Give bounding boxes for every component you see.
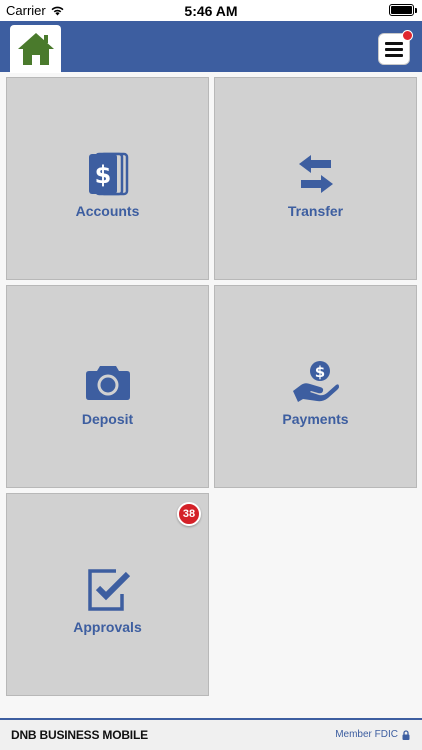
- svg-text:$: $: [94, 161, 111, 189]
- tile-payments-label: Payments: [282, 410, 349, 427]
- svg-text:$: $: [314, 363, 324, 381]
- status-bar: Carrier 5:46 AM: [0, 0, 422, 21]
- tile-approvals-label: Approvals: [73, 618, 142, 635]
- tile-deposit-label: Deposit: [81, 410, 134, 427]
- fdic-label: Member FDIC: [335, 729, 398, 740]
- brand-name: DNB BUSINESS MOBILE: [11, 728, 148, 742]
- approval-check-icon: [87, 568, 130, 611]
- tile-deposit[interactable]: Deposit: [6, 285, 209, 488]
- tile-transfer[interactable]: Transfer: [214, 77, 417, 280]
- member-fdic: Member FDIC: [335, 729, 410, 740]
- tile-accounts[interactable]: $ Accounts: [6, 77, 209, 280]
- transfer-arrows-icon: [298, 154, 333, 193]
- lock-icon: [402, 729, 410, 740]
- hamburger-menu-icon: [385, 41, 403, 57]
- tile-accounts-label: Accounts: [75, 202, 140, 219]
- nav-bar: [0, 21, 422, 73]
- footer: DNB BUSINESS MOBILE Member FDIC: [0, 718, 422, 750]
- battery-icon: [389, 4, 417, 16]
- camera-icon: [85, 365, 130, 400]
- tile-transfer-label: Transfer: [287, 202, 344, 219]
- tile-approvals[interactable]: 38 Approvals: [6, 493, 209, 696]
- approvals-count-badge: 38: [177, 502, 201, 526]
- dollar-cards-icon: $: [88, 152, 128, 195]
- tile-payments[interactable]: $ Payments: [214, 285, 417, 488]
- home-button[interactable]: [10, 25, 61, 73]
- menu-notification-dot: [402, 30, 413, 41]
- hand-coin-icon: $: [292, 360, 339, 402]
- home-icon: [17, 33, 54, 65]
- status-time: 5:46 AM: [184, 3, 238, 19]
- menu-button[interactable]: [378, 30, 413, 65]
